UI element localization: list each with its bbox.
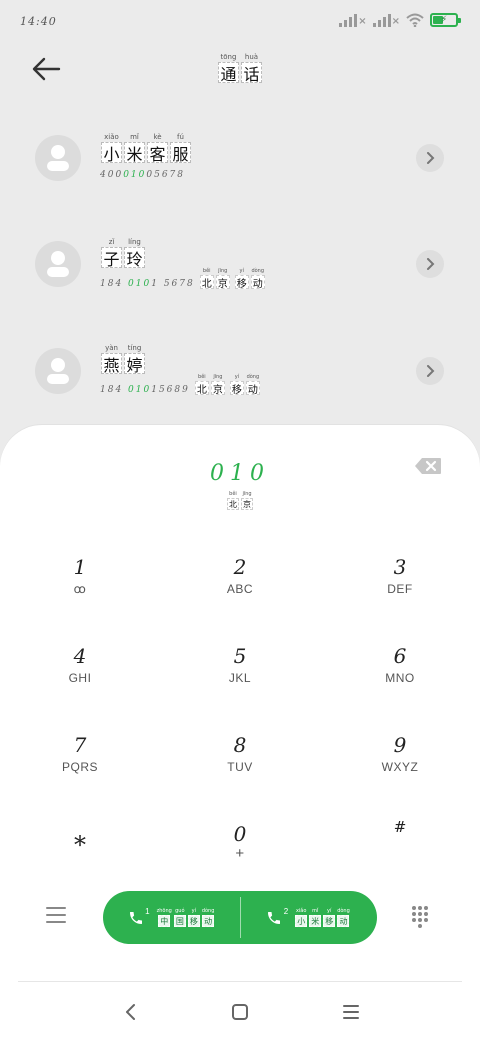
chevron-right-icon [427, 152, 435, 164]
contact-number: 184 0101 5678 běi 北 jīng 京 yí 移 dòng 动 [100, 268, 265, 290]
key-7[interactable]: 7 PQRS [20, 732, 140, 812]
battery-charging-icon: ⚡ [430, 13, 461, 27]
recents-nav-icon[interactable] [339, 1000, 363, 1024]
key-5[interactable]: 5 JKL [180, 643, 300, 723]
chevron-right-icon [427, 365, 435, 377]
key-1[interactable]: 1ꝏ [20, 554, 140, 634]
sim2-carrier-label: xiǎo 小 mǐ 米 yí 移 dòng 动 [295, 908, 350, 927]
contact-name: xiǎo 小 mǐ 米 kè 客 fú 服 [100, 132, 192, 164]
key-3[interactable]: 3 DEF [340, 554, 460, 634]
menu-button[interactable] [46, 907, 68, 925]
key-hash[interactable]: # [340, 814, 460, 894]
phone-sim2-icon: 2 [266, 907, 288, 927]
title-char: tōng 通 [218, 52, 239, 84]
status-icons: × × ⚡ [339, 13, 461, 27]
status-bar: 14:40 × × ⚡ [0, 0, 480, 44]
contact-detail-button[interactable] [416, 144, 444, 172]
avatar [35, 135, 81, 181]
signal-icon: × [372, 13, 400, 27]
key-0[interactable]: 0 + [180, 821, 300, 901]
carrier-label: běi 北 jīng 京 yí 移 dòng 动 [199, 268, 265, 290]
call-sim1-button[interactable]: 1 zhōng 中 guó 国 yí 移 dòng 动 [103, 891, 240, 944]
contact-detail-button[interactable] [416, 357, 444, 385]
back-nav-icon[interactable] [119, 1000, 143, 1024]
key-6[interactable]: 6 MNO [340, 643, 460, 723]
contact-name: yàn 燕 tíng 婷 [100, 343, 146, 375]
key-8[interactable]: 8 TUV [180, 732, 300, 812]
avatar [35, 241, 81, 287]
number-location: běi 北 jīng 京 [227, 491, 253, 510]
chevron-right-icon [427, 258, 435, 270]
avatar [35, 348, 81, 394]
key-2[interactable]: 2 ABC [180, 554, 300, 634]
contact-item[interactable]: zǐ 子 líng 玲 184 0101 5678 běi 北 jīng 京 yí 移 dòng 动 [0, 225, 480, 305]
contact-name: zǐ 子 líng 玲 [100, 237, 146, 269]
contact-number: 184 01015689 běi 北 jīng 京 yí 移 dòng 动 [100, 374, 260, 396]
dialer-panel: 010 běi 北 jīng 京 1ꝏ 2 ABC 3 DEF 4 GHI 5 JKL 6 MN… [0, 425, 480, 1040]
contact-item[interactable]: yàn 燕 tíng 婷 184 01015689 běi 北 jīng 京 yí 移 dòng 动 [0, 331, 480, 411]
home-nav-icon[interactable] [228, 1000, 252, 1024]
status-time: 14:40 [20, 15, 57, 28]
title-char: huà 话 [241, 52, 262, 84]
sim1-carrier-label: zhōng 中 guó 国 yí 移 dòng 动 [156, 908, 215, 927]
page-title: tōng 通 huà 话 [0, 52, 480, 84]
contact-item[interactable]: xiǎo 小 mǐ 米 kè 客 fú 服 40001005678 [0, 120, 480, 200]
call-buttons: 1 zhōng 中 guó 国 yí 移 dòng 动 2 xiǎo 小 mǐ 米 yí 移 dòng 动 [103, 891, 377, 944]
contact-number: 40001005678 [100, 170, 186, 180]
nav-divider [18, 981, 462, 982]
phone-sim1-icon: 1 [128, 907, 150, 927]
key-9[interactable]: 9 WXYZ [340, 732, 460, 812]
carrier-label: běi 北 jīng 京 yí 移 dòng 动 [194, 374, 260, 396]
voicemail-icon: ꝏ [73, 582, 87, 596]
backspace-button[interactable] [414, 456, 442, 476]
dialed-number: 010 [210, 461, 270, 486]
contact-detail-button[interactable] [416, 250, 444, 278]
backspace-icon [415, 458, 441, 474]
wifi-icon [406, 13, 424, 27]
call-sim2-button[interactable]: 2 xiǎo 小 mǐ 米 yí 移 dòng 动 [240, 891, 377, 944]
key-4[interactable]: 4 GHI [20, 643, 140, 723]
signal-icon: × [339, 13, 367, 27]
keypad-toggle-button[interactable] [412, 906, 434, 928]
